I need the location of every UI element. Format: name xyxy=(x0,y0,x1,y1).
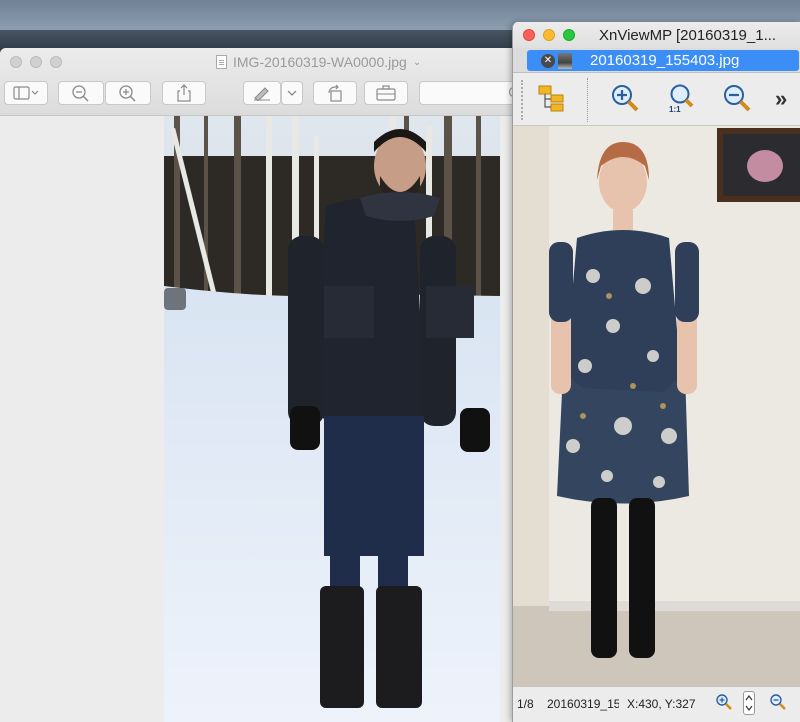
xnview-tab-bar: ✕ 20160319_155403.jpg xyxy=(513,48,800,73)
xnview-traffic-lights xyxy=(523,29,575,41)
zoom-button[interactable] xyxy=(50,56,62,68)
toolbar-grip[interactable] xyxy=(521,80,523,120)
toolbox-button[interactable] xyxy=(364,81,408,105)
toolbar-separator xyxy=(587,78,588,122)
preview-title[interactable]: IMG-20160319-WA0000.jpg ⌄ xyxy=(216,54,421,70)
stepper-arrows-icon xyxy=(745,695,753,711)
xnview-status-bar: 1/8 20160319_155403.jpg X:430, Y:327 xyxy=(513,686,800,722)
zoom-out-icon xyxy=(724,85,751,112)
preview-image-area[interactable] xyxy=(0,116,520,722)
markup-button[interactable] xyxy=(243,81,281,105)
markup-dropdown-button[interactable] xyxy=(281,81,303,105)
search-field[interactable] xyxy=(419,81,520,105)
sidebar-icon xyxy=(13,86,39,100)
minimize-button[interactable] xyxy=(543,29,555,41)
zoom-out-icon xyxy=(72,85,89,102)
zoom-out-icon xyxy=(770,694,786,710)
tab-thumbnail xyxy=(558,52,572,69)
browser-button[interactable] xyxy=(535,82,567,114)
status-coordinates: X:430, Y:327 xyxy=(627,697,696,711)
chevron-down-icon xyxy=(287,90,297,96)
share-icon xyxy=(177,84,191,102)
status-filename: 20160319_155403.jpg xyxy=(547,697,619,711)
chevron-down-icon: ⌄ xyxy=(412,56,422,68)
status-zoom-out-button[interactable] xyxy=(769,693,787,714)
zoom-in-icon xyxy=(716,694,732,710)
minimize-button[interactable] xyxy=(30,56,42,68)
xnview-toolbar: 1:1 » xyxy=(513,74,800,126)
markup-icon xyxy=(254,87,270,101)
status-page-counter: 1/8 xyxy=(517,697,534,711)
zoom-1to1-button[interactable]: 1:1 xyxy=(665,82,697,114)
zoom-out-button[interactable] xyxy=(58,81,104,105)
tab-label: 20160319_155403.jpg xyxy=(590,52,740,69)
toolbox-icon xyxy=(376,85,396,101)
zoom-in-button[interactable] xyxy=(105,81,151,105)
xnview-title: XnViewMP [20160319_1... xyxy=(599,27,777,44)
sidebar-toggle-button[interactable] xyxy=(4,81,48,105)
photo-man-in-snow xyxy=(164,116,500,722)
zoom-in-icon xyxy=(612,85,639,112)
zoom-1to1-icon: 1:1 xyxy=(669,84,694,113)
photo-image xyxy=(164,116,500,722)
svg-text:1:1: 1:1 xyxy=(669,105,681,113)
xnviewmp-window: XnViewMP [20160319_1... ✕ 20160319_15540… xyxy=(512,22,800,722)
share-button[interactable] xyxy=(162,81,206,105)
preview-title-text: IMG-20160319-WA0000.jpg xyxy=(233,54,407,70)
tab-image[interactable]: ✕ 20160319_155403.jpg xyxy=(527,50,799,71)
close-button[interactable] xyxy=(10,56,22,68)
zoom-button[interactable] xyxy=(563,29,575,41)
preview-traffic-lights xyxy=(10,56,62,68)
xnview-titlebar: XnViewMP [20160319_1... xyxy=(513,22,800,48)
zoom-in-button[interactable] xyxy=(609,82,641,114)
close-tab-icon[interactable]: ✕ xyxy=(541,53,555,68)
status-zoom-in-button[interactable] xyxy=(715,693,733,714)
zoom-in-icon xyxy=(119,85,136,102)
zoom-stepper[interactable] xyxy=(743,691,755,715)
photo-woman-in-dress xyxy=(513,126,800,686)
folders-icon xyxy=(538,85,564,112)
preview-titlebar: IMG-20160319-WA0000.jpg ⌄ xyxy=(0,48,520,116)
preview-window: IMG-20160319-WA0000.jpg ⌄ xyxy=(0,48,520,722)
rotate-button[interactable] xyxy=(313,81,357,105)
xnview-image-view[interactable] xyxy=(513,126,800,686)
document-icon xyxy=(216,55,227,69)
toolbar-overflow-button[interactable]: » xyxy=(775,86,787,112)
close-button[interactable] xyxy=(523,29,535,41)
zoom-out-button[interactable] xyxy=(721,82,753,114)
rotate-icon xyxy=(328,84,342,102)
